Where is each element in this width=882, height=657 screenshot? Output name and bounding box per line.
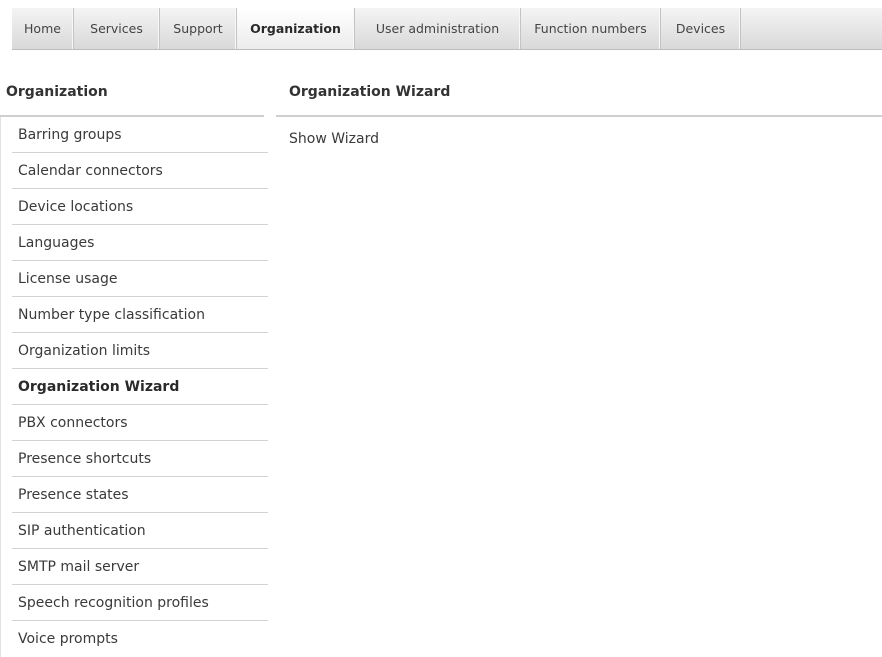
tab-function-numbers[interactable]: Function numbers bbox=[521, 8, 661, 49]
sidebar-item-presence-states[interactable]: Presence states bbox=[12, 477, 268, 513]
sidebar-title: Organization bbox=[6, 84, 108, 100]
tab-support[interactable]: Support bbox=[160, 8, 237, 49]
tab-home[interactable]: Home bbox=[12, 8, 74, 49]
tab-devices[interactable]: Devices bbox=[661, 8, 741, 49]
sidebar-item-calendar-connectors[interactable]: Calendar connectors bbox=[12, 153, 268, 189]
tab-user-administration[interactable]: User administration bbox=[355, 8, 521, 49]
page-title: Organization Wizard bbox=[289, 84, 451, 100]
tab-bar-filler bbox=[741, 8, 882, 49]
show-wizard-link[interactable]: Show Wizard bbox=[289, 131, 379, 147]
sidebar-left-edge bbox=[0, 117, 1, 657]
top-nav-tabs: Home Services Support Organization User … bbox=[12, 8, 882, 50]
tab-organization[interactable]: Organization bbox=[237, 8, 355, 49]
page: Home Services Support Organization User … bbox=[0, 0, 882, 657]
sidebar-menu: Barring groups Calendar connectors Devic… bbox=[12, 117, 268, 657]
sidebar-item-device-locations[interactable]: Device locations bbox=[12, 189, 268, 225]
tab-services[interactable]: Services bbox=[74, 8, 160, 49]
sidebar-item-voice-prompts[interactable]: Voice prompts bbox=[12, 621, 268, 657]
sidebar-item-smtp-mail-server[interactable]: SMTP mail server bbox=[12, 549, 268, 585]
sidebar-item-presence-shortcuts[interactable]: Presence shortcuts bbox=[12, 441, 268, 477]
sidebar-item-barring-groups[interactable]: Barring groups bbox=[12, 117, 268, 153]
sidebar-item-organization-limits[interactable]: Organization limits bbox=[12, 333, 268, 369]
sidebar-item-number-type-classification[interactable]: Number type classification bbox=[12, 297, 268, 333]
main-divider bbox=[276, 115, 882, 117]
sidebar-item-speech-recognition-profiles[interactable]: Speech recognition profiles bbox=[12, 585, 268, 621]
sidebar-item-pbx-connectors[interactable]: PBX connectors bbox=[12, 405, 268, 441]
sidebar-item-sip-authentication[interactable]: SIP authentication bbox=[12, 513, 268, 549]
sidebar-item-languages[interactable]: Languages bbox=[12, 225, 268, 261]
sidebar-item-organization-wizard[interactable]: Organization Wizard bbox=[12, 369, 268, 405]
sidebar-item-license-usage[interactable]: License usage bbox=[12, 261, 268, 297]
